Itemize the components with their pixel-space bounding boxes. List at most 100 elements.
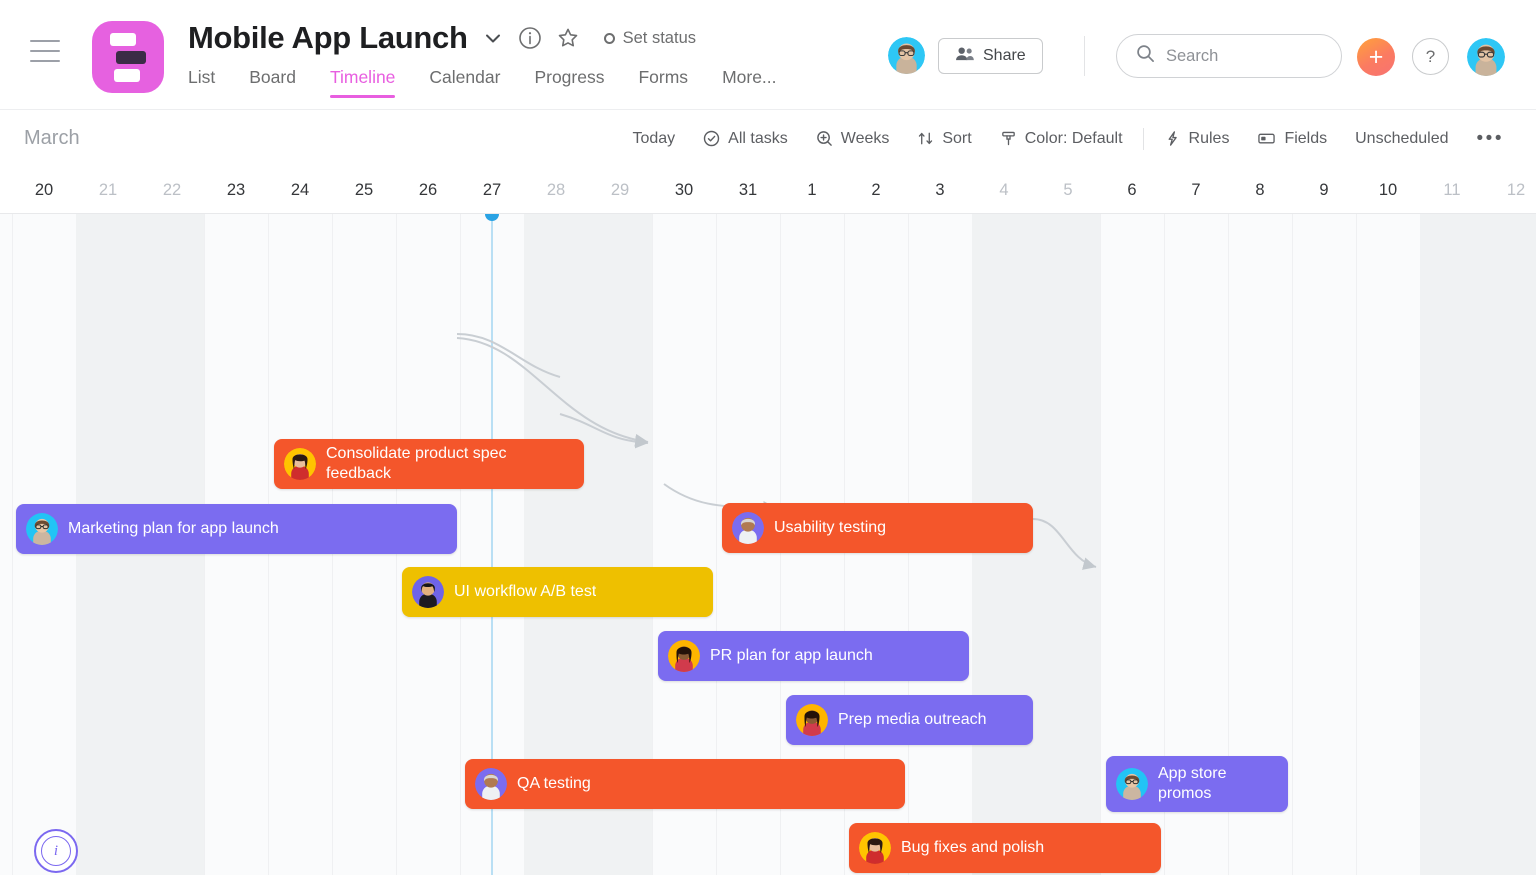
month-label: March xyxy=(24,127,80,149)
ruler-day-29[interactable]: 29 xyxy=(588,167,652,214)
ruler-day-5[interactable]: 5 xyxy=(1036,167,1100,214)
task-name: Bug fixes and polish xyxy=(901,839,1045,856)
grid-line xyxy=(1356,214,1357,875)
assignee-avatar[interactable] xyxy=(859,832,891,864)
sort-button[interactable]: Sort xyxy=(903,129,985,149)
ruler-day-9[interactable]: 9 xyxy=(1292,167,1356,214)
ruler-day-23[interactable]: 23 xyxy=(204,167,268,214)
tab-calendar[interactable]: Calendar xyxy=(429,66,500,98)
ruler-day-4[interactable]: 4 xyxy=(972,167,1036,214)
tab-progress[interactable]: Progress xyxy=(534,66,604,98)
star-icon[interactable] xyxy=(556,26,580,50)
weeks-zoom-button[interactable]: Weeks xyxy=(802,129,904,149)
assignee-avatar[interactable] xyxy=(475,768,507,800)
tab-board[interactable]: Board xyxy=(249,66,296,98)
ruler-day-2[interactable]: 2 xyxy=(844,167,908,214)
assignee-avatar[interactable] xyxy=(284,448,316,480)
ruler-day-24[interactable]: 24 xyxy=(268,167,332,214)
task-name: Marketing plan for app launch xyxy=(68,520,279,537)
timeline-task-bar[interactable]: QA testing xyxy=(465,759,905,809)
asana-logo-icon[interactable] xyxy=(92,21,164,93)
ruler-day-30[interactable]: 30 xyxy=(652,167,716,214)
assignee-avatar[interactable] xyxy=(1116,768,1148,800)
timeline-task-bar[interactable]: PR plan for app launch xyxy=(658,631,969,681)
ruler-day-27[interactable]: 27 xyxy=(460,167,524,214)
ruler-day-6[interactable]: 6 xyxy=(1100,167,1164,214)
timeline-task-bar[interactable]: Usability testing xyxy=(722,503,1033,553)
timeline-task-bar[interactable]: Consolidate product spec feedback xyxy=(274,439,584,489)
ruler-day-8[interactable]: 8 xyxy=(1228,167,1292,214)
ruler-day-21[interactable]: 21 xyxy=(76,167,140,214)
weeks-label: Weeks xyxy=(840,129,890,147)
user-avatar[interactable] xyxy=(1467,38,1505,76)
tab-timeline[interactable]: Timeline xyxy=(329,66,396,98)
search-input[interactable]: Search xyxy=(1116,34,1342,78)
assignee-avatar[interactable] xyxy=(26,513,58,545)
ruler-day-10[interactable]: 10 xyxy=(1356,167,1420,214)
fields-icon xyxy=(1257,130,1276,147)
assignee-avatar[interactable] xyxy=(732,512,764,544)
fields-button[interactable]: Fields xyxy=(1243,129,1341,149)
timeline-task-bar[interactable]: Prep media outreach xyxy=(786,695,1033,745)
today-button[interactable]: Today xyxy=(618,129,689,149)
help-button[interactable]: ? xyxy=(1412,38,1449,75)
page-title: Mobile App Launch xyxy=(188,20,468,55)
tab-list[interactable]: List xyxy=(188,66,215,98)
task-name: Consolidate product spec feedback xyxy=(326,445,507,482)
header-divider xyxy=(1084,36,1085,76)
chevron-down-icon[interactable] xyxy=(482,27,504,49)
today-label: Today xyxy=(632,129,676,147)
status-circle-icon xyxy=(603,32,615,44)
avatar[interactable] xyxy=(888,37,925,74)
add-button[interactable]: + xyxy=(1357,38,1395,76)
hamburger-bar xyxy=(30,40,60,42)
share-button[interactable]: Share xyxy=(938,38,1043,74)
logo-bar-mid xyxy=(116,50,146,64)
tab-forms[interactable]: Forms xyxy=(638,66,688,98)
ruler-day-11[interactable]: 11 xyxy=(1420,167,1484,214)
unscheduled-button[interactable]: Unscheduled xyxy=(1341,129,1462,149)
color-button[interactable]: Color: Default xyxy=(986,129,1137,149)
timeline-task-bar[interactable]: App store promos xyxy=(1106,756,1288,812)
people-icon xyxy=(955,46,974,66)
bolt-icon xyxy=(1164,130,1181,147)
timeline-task-bar[interactable]: Marketing plan for app launch xyxy=(16,504,457,554)
timeline-canvas[interactable]: i Consolidate product spec feedback Marke… xyxy=(0,214,1536,875)
timeline-task-bar[interactable]: UI workflow A/B test xyxy=(402,567,713,617)
ruler-day-1[interactable]: 1 xyxy=(780,167,844,214)
set-status-button[interactable]: Set status xyxy=(603,29,696,48)
ruler-day-7[interactable]: 7 xyxy=(1164,167,1228,214)
sort-label: Sort xyxy=(942,129,972,147)
more-options-icon[interactable]: ••• xyxy=(1463,128,1518,149)
check-circle-icon xyxy=(703,130,720,147)
info-circle-icon[interactable] xyxy=(518,26,542,50)
ruler-day-25[interactable]: 25 xyxy=(332,167,396,214)
ruler-day-20[interactable]: 20 xyxy=(12,167,76,214)
ruler-day-12[interactable]: 12 xyxy=(1484,167,1536,214)
grid-line xyxy=(460,214,461,875)
hamburger-bar xyxy=(30,50,60,52)
assignee-avatar[interactable] xyxy=(796,704,828,736)
rules-button[interactable]: Rules xyxy=(1150,129,1244,149)
ruler-day-22[interactable]: 22 xyxy=(140,167,204,214)
app-header: Mobile App Launch Set status List Board … xyxy=(0,0,1536,110)
info-fab-button[interactable]: i xyxy=(34,829,78,873)
ruler-day-31[interactable]: 31 xyxy=(716,167,780,214)
ruler-day-28[interactable]: 28 xyxy=(524,167,588,214)
share-label: Share xyxy=(983,47,1026,64)
assignee-avatar[interactable] xyxy=(668,640,700,672)
date-ruler: 20 21 22 23 24 25 26 27 28 29 30 31 1 2 3 4 5 6 7 8 9 10 11 12 xyxy=(0,167,1536,214)
ruler-day-26[interactable]: 26 xyxy=(396,167,460,214)
tab-more[interactable]: More... xyxy=(722,66,776,98)
hamburger-icon[interactable] xyxy=(30,40,60,62)
today-marker-dot xyxy=(485,214,499,221)
fields-label: Fields xyxy=(1284,129,1328,147)
info-icon: i xyxy=(41,836,71,866)
all-tasks-filter[interactable]: All tasks xyxy=(689,129,802,149)
ruler-day-3[interactable]: 3 xyxy=(908,167,972,214)
timeline-toolbar: March Today All tasks Weeks Sort Color: … xyxy=(0,110,1536,167)
assignee-avatar[interactable] xyxy=(412,576,444,608)
grid-line xyxy=(12,214,13,875)
timeline-task-bar[interactable]: Bug fixes and polish xyxy=(849,823,1161,873)
task-name: Prep media outreach xyxy=(838,711,987,728)
